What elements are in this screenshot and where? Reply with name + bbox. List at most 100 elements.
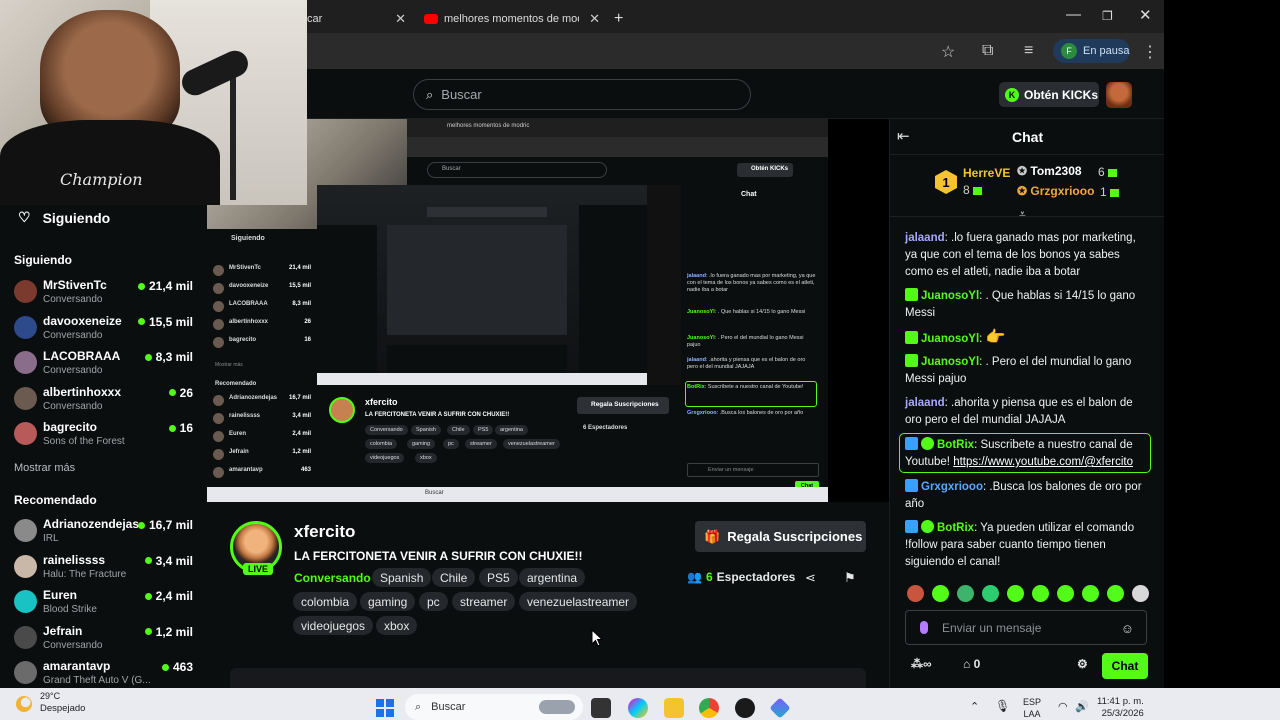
tag-pill[interactable]: pc — [419, 592, 448, 611]
tag-pill[interactable]: streamer — [452, 592, 516, 611]
microphone-icon[interactable] — [920, 621, 928, 634]
sidebar-channel-amarantavp[interactable]: amarantavp Grand Theft Auto V (G... 463 — [14, 657, 199, 691]
get-kicks-button[interactable]: K Obtén KICKs — [999, 82, 1099, 107]
sidebar-channel-bagrecito[interactable]: bagrecito Sons of the Forest 16 — [14, 418, 199, 452]
weather-icon[interactable] — [16, 696, 32, 712]
chat-username[interactable]: jalaand — [905, 397, 945, 409]
emote-icon[interactable] — [1032, 585, 1049, 602]
sidebar-channel-jefrain[interactable]: Jefrain Conversando 1,2 mil — [14, 622, 199, 656]
tag-pill[interactable]: Chile — [432, 568, 476, 587]
show-more-link[interactable]: Mostrar más — [14, 462, 75, 474]
viewer-count: 2,4 mil — [145, 589, 193, 603]
tag-pill[interactable]: gaming — [360, 592, 416, 611]
chat-points-icons[interactable]: ⁂∞ — [911, 657, 932, 671]
sidebar-channel-rainelissss[interactable]: rainelissss Halu: The Fracture 3,4 mil — [14, 551, 199, 585]
browser-tab-1[interactable]: car ✕ — [307, 5, 412, 33]
chat-message-input[interactable]: Enviar un mensaje ☺ — [905, 610, 1147, 645]
microphone-tray-icon[interactable]: 🎙 — [995, 699, 1010, 713]
new-tab-button[interactable]: + — [614, 5, 628, 33]
emote-icon[interactable] — [1082, 585, 1099, 602]
tag-pill[interactable]: argentina — [519, 568, 586, 587]
gift-subs-button[interactable]: 🎁 Regala Suscripciones — [695, 521, 866, 552]
expand-leaderboard-icon[interactable]: ⩡ — [1019, 207, 1026, 222]
follow-icon[interactable]: ⚑ — [844, 570, 856, 586]
emote-icon[interactable] — [1007, 585, 1024, 602]
wifi-icon[interactable]: ◠ — [1058, 700, 1068, 713]
channel-category: Blood Strike — [43, 604, 97, 615]
nested-tag: Chile — [447, 425, 470, 435]
youtube-link[interactable]: https://www.youtube.com/@xfercito — [953, 456, 1133, 468]
top-gifter-name[interactable]: HerreVE — [963, 166, 1010, 180]
chat-username[interactable]: jalaand — [905, 232, 945, 244]
category-link[interactable]: Conversando — [294, 571, 371, 585]
copilot-icon[interactable] — [628, 698, 648, 718]
extensions-icon[interactable]: ⧉ — [982, 42, 993, 60]
chat-send-button[interactable]: Chat — [1102, 653, 1148, 679]
close-tab-icon[interactable]: ✕ — [589, 11, 600, 27]
chat-username[interactable]: JuanosoYl — [921, 333, 979, 345]
emote-icon[interactable] — [1057, 585, 1074, 602]
tag-pill[interactable]: colombia — [293, 592, 358, 611]
sidebar-channel-davooxeneize[interactable]: davooxeneize Conversando 15,5 mil — [14, 312, 199, 346]
chat-username[interactable]: JuanosoYl — [921, 290, 979, 302]
user-avatar[interactable] — [1106, 82, 1132, 108]
browser-menu-icon[interactable]: ⋮ — [1142, 42, 1158, 62]
volume-icon[interactable]: 🔊 — [1075, 700, 1089, 713]
bookmark-star-icon[interactable]: ☆ — [941, 42, 955, 62]
browser-tab-2[interactable]: melhores momentos de modric ✕ — [418, 5, 606, 33]
emote-icon[interactable] — [932, 585, 949, 602]
channel-points[interactable]: ⌂ 0 — [963, 657, 980, 671]
chat-username[interactable]: Grxgxriooo — [921, 481, 983, 493]
chat-username[interactable]: BotRix — [937, 439, 974, 451]
chat-username[interactable]: JuanosoYl — [921, 356, 979, 368]
profile-paused-button[interactable]: F En pausa — [1053, 39, 1130, 63]
sidebar-channel-lacobraaa[interactable]: LACOBRAAA Conversando 8,3 mil — [14, 347, 199, 381]
bronze-badge-icon: ✪ — [1017, 184, 1028, 198]
tray-chevron-icon[interactable]: ⌃ — [970, 700, 979, 713]
tag-pill[interactable]: PS5 — [479, 568, 518, 587]
minimize-icon[interactable]: — — [1066, 6, 1081, 23]
media-queue-icon[interactable]: ≡ — [1024, 42, 1033, 60]
emote-icon[interactable] — [1107, 585, 1124, 602]
sidebar-channel-adrianozendejas[interactable]: Adrianozendejas IRL 16,7 mil — [14, 515, 199, 549]
language-top: ESP — [1023, 697, 1042, 707]
emote-icon[interactable] — [982, 585, 999, 602]
nested-row-viewers: 16,7 mil — [288, 395, 311, 401]
maximize-icon[interactable]: ❐ — [1102, 9, 1113, 23]
chat-username[interactable]: BotRix — [937, 522, 974, 534]
sidebar-channel-albertinhoxxx[interactable]: albertinhoxxx Conversando 26 — [14, 383, 199, 417]
viewer-count: 463 — [162, 660, 193, 674]
tag-pill[interactable]: xbox — [376, 616, 418, 635]
task-view-icon[interactable] — [591, 698, 611, 718]
nested-chat-text: .Busca los balones de oro por año — [719, 410, 804, 416]
gifter-2[interactable]: ✪ Tom2308 — [1017, 164, 1082, 178]
close-tab-icon[interactable]: ✕ — [395, 11, 406, 27]
emote-icon[interactable] — [907, 585, 924, 602]
channel-name[interactable]: xfercito — [294, 522, 355, 542]
taskbar-search[interactable]: ⌕ Buscar — [405, 694, 583, 720]
obs-icon[interactable] — [735, 698, 755, 718]
tag-pill[interactable]: Spanish — [372, 568, 432, 587]
share-icon[interactable]: ⋖ — [805, 570, 816, 586]
search-input[interactable]: ⌕ Buscar — [413, 79, 751, 110]
following-header[interactable]: ♡ Siguiendo — [18, 209, 110, 226]
chat-settings-icon[interactable]: ⚙ — [1077, 657, 1088, 671]
sidebar-channel-mrstiventc[interactable]: MrStivenTc Conversando 21,4 mil — [14, 276, 199, 310]
tag-pill[interactable]: venezuelastreamer — [519, 592, 638, 611]
emote-icon[interactable] — [1132, 585, 1149, 602]
nested-row-name: Euren — [229, 431, 247, 437]
collapse-chat-icon[interactable]: ⇤ — [897, 127, 910, 145]
language-indicator[interactable]: ESP LAA — [1023, 696, 1041, 720]
chrome-icon[interactable] — [699, 698, 719, 718]
emote-icon[interactable] — [957, 585, 974, 602]
gift-icon — [1107, 168, 1117, 177]
sidebar-channel-euren[interactable]: Euren Blood Strike 2,4 mil — [14, 586, 199, 620]
windows-start-icon[interactable] — [376, 699, 394, 717]
file-explorer-icon[interactable] — [664, 698, 684, 718]
close-window-icon[interactable]: ✕ — [1139, 6, 1152, 24]
emoji-picker-icon[interactable]: ☺ — [1121, 621, 1134, 636]
gifter-3[interactable]: ✪ Grzgxriooo — [1017, 184, 1094, 198]
clock[interactable]: 11:41 p. m. 25/3/2026 — [1097, 696, 1144, 720]
nested-row-name: MrStivenTc — [229, 265, 261, 271]
tag-pill[interactable]: videojuegos — [293, 616, 374, 635]
